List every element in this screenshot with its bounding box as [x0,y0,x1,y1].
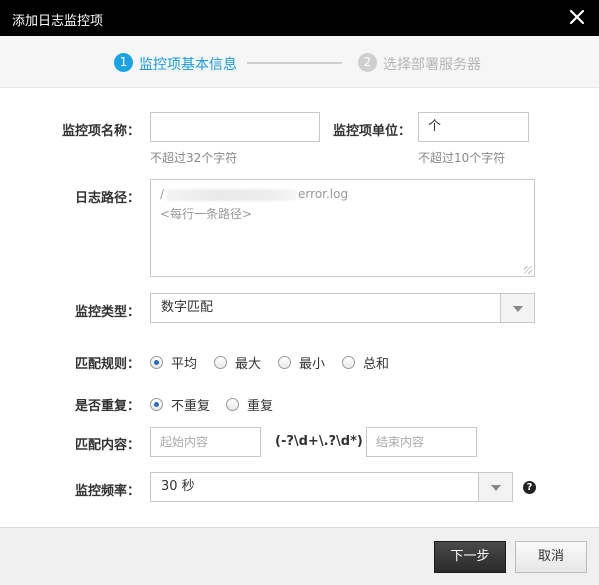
match-content-label: 匹配内容： [75,438,141,453]
monitor-type-label: 监控类型： [75,305,141,320]
match-rule-option-max[interactable]: 最大 [214,353,261,372]
dialog-title: 添加日志监控项 [12,14,104,29]
repeat-option-yes[interactable]: 重复 [226,395,273,414]
cancel-button[interactable]: 取消 [515,541,587,573]
next-button[interactable]: 下一步 [434,541,506,573]
radio-icon [342,356,355,369]
frequency-value: 30 秒 [161,479,195,494]
step-1-label: 监控项基本信息 [139,57,237,73]
resize-grip-icon[interactable] [524,266,532,274]
name-input[interactable] [150,112,320,142]
step-2-label: 选择部署服务器 [383,57,481,73]
close-icon[interactable] [567,7,587,27]
name-hint: 不超过32个字符 [150,151,238,165]
radio-icon [214,356,227,369]
match-regex: (-?\d+\.?\d*) [275,434,363,449]
log-path-label: 日志路径： [75,191,141,206]
end-content-input[interactable]: 结束内容 [366,427,477,457]
unit-label: 监控项单位： [333,124,412,139]
match-rule-option-min[interactable]: 最小 [278,353,325,372]
log-path-placeholder: <每行一条路径> [160,207,253,221]
match-rule-option-sum[interactable]: 总和 [342,353,389,372]
log-path-value: / error.log [160,187,349,201]
radio-selected-icon [150,398,163,411]
step-indicator: 1 监控项基本信息 2 选择部署服务器 [0,36,599,88]
name-label: 监控项名称： [62,124,141,139]
chevron-down-icon[interactable] [500,294,534,322]
dialog-footer: 下一步 取消 [0,527,599,585]
repeat-label: 是否重复： [75,399,141,414]
radio-icon [226,398,239,411]
unit-hint: 不超过10个字符 [418,151,506,165]
step-connector [247,62,342,64]
frequency-select[interactable]: 30 秒 [150,472,513,502]
unit-input[interactable]: 个 [418,112,529,142]
redacted-path [166,188,297,201]
chevron-down-icon[interactable] [478,473,512,501]
step-1-number: 1 [114,53,133,72]
monitor-type-value: 数字匹配 [161,300,214,315]
start-content-input[interactable]: 起始内容 [150,427,261,457]
radio-icon [278,356,291,369]
log-path-textarea[interactable]: / error.log <每行一条路径> [150,179,535,277]
step-2-number: 2 [358,53,377,72]
dialog-titlebar: 添加日志监控项 [0,0,599,36]
match-rule-option-average[interactable]: 平均 [150,353,197,372]
monitor-type-select[interactable]: 数字匹配 [150,293,535,323]
frequency-label: 监控频率： [75,484,141,499]
radio-selected-icon [150,356,163,369]
match-rule-label: 匹配规则： [75,357,141,372]
help-icon[interactable]: ? [523,481,536,494]
repeat-option-no[interactable]: 不重复 [150,395,210,414]
